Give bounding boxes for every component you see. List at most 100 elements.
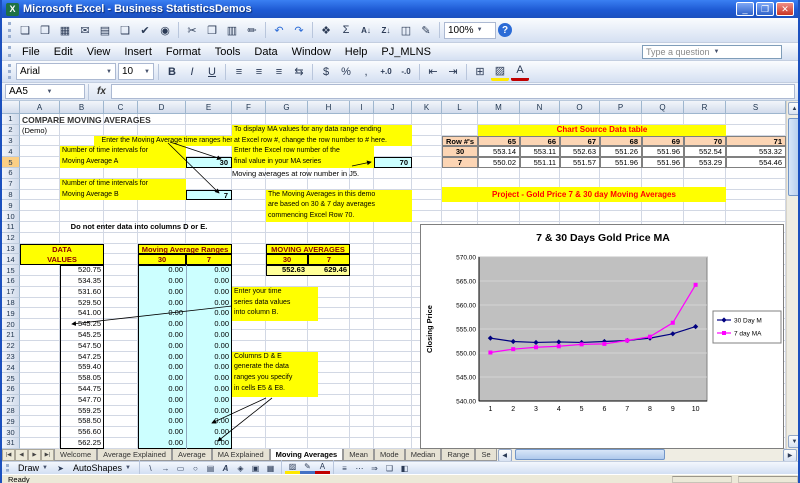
- row-header-9[interactable]: 9: [2, 200, 20, 211]
- row-header-7[interactable]: 7: [2, 179, 20, 190]
- toolbar-grip[interactable]: [6, 464, 9, 472]
- cell-B16[interactable]: 534.35: [60, 276, 104, 287]
- note-columns-de[interactable]: Columns D & E generate the data ranges y…: [232, 352, 318, 397]
- menu-format[interactable]: Format: [159, 45, 208, 59]
- research-icon[interactable]: ◉: [156, 21, 174, 39]
- toolbar-grip[interactable]: [8, 22, 11, 39]
- percent-icon[interactable]: %: [337, 63, 355, 81]
- sheet-tab-range[interactable]: Range: [441, 449, 475, 461]
- sheet-tab-mode[interactable]: Mode: [374, 449, 405, 461]
- cell-D29[interactable]: 0.00: [138, 416, 186, 427]
- sheet-tab-welcome[interactable]: Welcome: [54, 449, 97, 461]
- underline-icon[interactable]: U: [203, 63, 221, 81]
- cell-J5-final-row[interactable]: 70: [374, 157, 412, 168]
- oval-icon[interactable]: ○: [188, 462, 203, 474]
- cell-B15[interactable]: 520.75: [60, 265, 104, 276]
- tab-scroll-first[interactable]: |◀: [2, 449, 15, 461]
- text-box-icon[interactable]: ▤: [203, 462, 218, 474]
- cell-B20[interactable]: 545.25: [60, 319, 104, 330]
- row-header-29[interactable]: 29: [2, 416, 20, 427]
- cell-B31[interactable]: 562.25: [60, 438, 104, 449]
- column-header-K[interactable]: K: [412, 101, 442, 114]
- copy-icon[interactable]: ❐: [203, 21, 221, 39]
- new-icon[interactable]: ❏: [16, 21, 34, 39]
- row-header-26[interactable]: 26: [2, 384, 20, 395]
- column-header-C[interactable]: C: [104, 101, 138, 114]
- font-color-icon[interactable]: A: [315, 462, 330, 474]
- increase-decimal-icon[interactable]: +.0: [377, 63, 395, 81]
- spelling-icon[interactable]: ✔: [136, 21, 154, 39]
- column-header-J[interactable]: J: [374, 101, 412, 114]
- fill-color-icon[interactable]: ▨: [285, 462, 300, 474]
- hyperlink-icon[interactable]: ❖: [317, 21, 335, 39]
- row-header-20[interactable]: 20: [2, 319, 20, 330]
- row-header-11[interactable]: 11: [2, 222, 20, 233]
- 3d-style-icon[interactable]: ◧: [397, 462, 412, 474]
- column-header-E[interactable]: E: [186, 101, 232, 114]
- source-cell-30-70[interactable]: 552.54: [684, 146, 726, 157]
- open-icon[interactable]: ❒: [36, 21, 54, 39]
- row-header-12[interactable]: 12: [2, 233, 20, 244]
- vscroll-track[interactable]: [788, 116, 800, 434]
- source-cell-30-65[interactable]: 553.14: [478, 146, 520, 157]
- dash-style-icon[interactable]: ⋯: [352, 462, 367, 474]
- tab-scroll-last[interactable]: ▶|: [41, 449, 54, 461]
- row-header-14[interactable]: 14: [2, 254, 20, 265]
- sheet-tab-average[interactable]: Average: [172, 449, 212, 461]
- decrease-indent-icon[interactable]: ⇤: [424, 63, 442, 81]
- source-cell-30-71[interactable]: 553.32: [726, 146, 786, 157]
- align-right-icon[interactable]: ≡: [270, 63, 288, 81]
- currency-icon[interactable]: $: [317, 63, 335, 81]
- row-header-8[interactable]: 8: [2, 190, 20, 201]
- vertical-scrollbar[interactable]: ▲ ▼: [786, 101, 800, 449]
- cell-D16[interactable]: 0.00: [138, 276, 186, 287]
- line-style-icon[interactable]: ≡: [337, 462, 352, 474]
- note-display-ma[interactable]: To display MA values for any data range …: [232, 125, 412, 147]
- column-header-F[interactable]: F: [232, 101, 266, 114]
- font-name-select[interactable]: Arial ▼: [16, 63, 116, 80]
- source-rownum-70[interactable]: 70: [684, 136, 726, 147]
- column-header-A[interactable]: A: [20, 101, 60, 114]
- row-header-18[interactable]: 18: [2, 298, 20, 309]
- source-cell-30-68[interactable]: 551.26: [600, 146, 642, 157]
- comma-icon[interactable]: ,: [357, 63, 375, 81]
- cell-B19[interactable]: 541.00: [60, 308, 104, 319]
- cell-B24[interactable]: 559.40: [60, 362, 104, 373]
- maximize-button[interactable]: ❐: [756, 2, 774, 16]
- menu-pj_mlns[interactable]: PJ_MLNS: [374, 45, 438, 59]
- cell-E21[interactable]: 0.00: [186, 330, 232, 341]
- cell-E30[interactable]: 0.00: [186, 427, 232, 438]
- sheet-tab-median[interactable]: Median: [405, 449, 442, 461]
- source-rownum-71[interactable]: 71: [726, 136, 786, 147]
- font-size-select[interactable]: 10 ▼: [118, 63, 154, 80]
- cell-E18[interactable]: 0.00: [186, 298, 232, 309]
- cut-icon[interactable]: ✂: [183, 21, 201, 39]
- cell-E27[interactable]: 0.00: [186, 395, 232, 406]
- print-preview-icon[interactable]: ❑: [116, 21, 134, 39]
- column-header-H[interactable]: H: [308, 101, 350, 114]
- cell-D22[interactable]: 0.00: [138, 341, 186, 352]
- cell-E17[interactable]: 0.00: [186, 287, 232, 298]
- shadow-style-icon[interactable]: ❑: [382, 462, 397, 474]
- menu-data[interactable]: Data: [247, 45, 284, 59]
- column-header-I[interactable]: I: [350, 101, 374, 114]
- cell-B26[interactable]: 544.75: [60, 384, 104, 395]
- font-color-icon[interactable]: A: [511, 63, 529, 81]
- row-header-15[interactable]: 15: [2, 265, 20, 276]
- cell-E24[interactable]: 0.00: [186, 362, 232, 373]
- scroll-right-button[interactable]: ▶: [783, 449, 797, 462]
- source-rownum-65[interactable]: 65: [478, 136, 520, 147]
- row-header-1[interactable]: 1: [2, 114, 20, 125]
- cell-B28[interactable]: 559.25: [60, 406, 104, 417]
- note-ma-time-ranges[interactable]: Enter the Moving Average time ranges her…: [94, 136, 244, 147]
- row-header-19[interactable]: 19: [2, 308, 20, 319]
- cell-E16[interactable]: 0.00: [186, 276, 232, 287]
- cell-B25[interactable]: 558.05: [60, 373, 104, 384]
- name-box[interactable]: AA5 ▼: [5, 84, 85, 99]
- column-header-B[interactable]: B: [60, 101, 104, 114]
- cell-D31[interactable]: 0.00: [138, 438, 186, 449]
- cell-E19[interactable]: 0.00: [186, 308, 232, 319]
- note-demo-info[interactable]: The Moving Averages in this demo are bas…: [266, 190, 412, 222]
- save-icon[interactable]: ▦: [56, 21, 74, 39]
- row-header-17[interactable]: 17: [2, 287, 20, 298]
